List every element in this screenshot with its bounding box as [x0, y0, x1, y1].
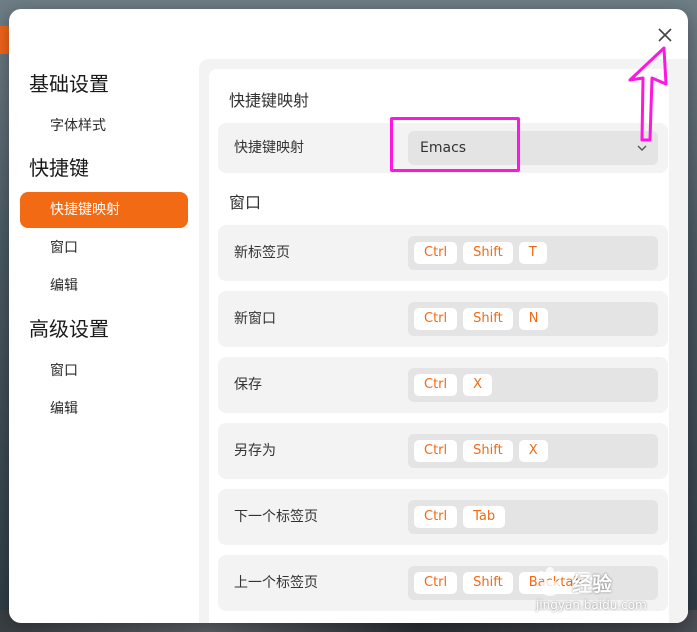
shortcut-row-next-tab: 下一个标签页 Ctrl Tab [218, 489, 668, 545]
section-title-window: 窗口 [229, 193, 262, 212]
sidebar-item-shortcut-edit[interactable]: 编辑 [20, 268, 188, 304]
shortcut-row-new-tab: 新标签页 Ctrl Shift T [218, 225, 668, 281]
shortcut-input[interactable]: Ctrl Shift T [408, 236, 658, 270]
settings-dialog: 基础设置 字体样式 快捷键 快捷键映射 窗口 编辑 高级设置 窗口 编辑 快捷键… [9, 9, 688, 623]
shortcut-input[interactable]: Ctrl Shift N [408, 302, 658, 336]
sidebar-heading-advanced: 高级设置 [29, 317, 109, 341]
key-cap: Shift [463, 308, 513, 330]
sidebar-heading-basic: 基础设置 [29, 72, 109, 96]
shortcut-input[interactable]: Ctrl Tab [408, 500, 658, 534]
sidebar-heading-shortcuts: 快捷键 [29, 156, 89, 180]
shortcut-input[interactable]: Ctrl X [408, 368, 658, 402]
key-cap: X [518, 440, 548, 462]
shortcut-label: 新窗口 [234, 311, 276, 327]
shortcut-label: 新标签页 [234, 245, 290, 261]
shortcut-row-new-window: 新窗口 Ctrl Shift N [218, 291, 668, 347]
key-cap: Ctrl [414, 440, 458, 462]
key-cap: T [518, 242, 547, 264]
key-cap: N [518, 308, 549, 330]
annotation-arrow-icon [626, 44, 672, 144]
shortcut-label: 下一个标签页 [234, 509, 318, 525]
section-title-keymap: 快捷键映射 [229, 91, 310, 110]
key-cap: Ctrl [414, 242, 458, 264]
close-icon [658, 28, 672, 42]
keymap-label: 快捷键映射 [234, 140, 304, 156]
sidebar-item-keymap[interactable]: 快捷键映射 [20, 192, 188, 228]
key-cap: Ctrl [414, 506, 458, 528]
key-cap: Shift [463, 440, 513, 462]
shortcut-label: 保存 [234, 377, 262, 393]
annotation-highlight-box [390, 117, 520, 172]
shortcut-label: 另存为 [234, 443, 276, 459]
sidebar-item-font-style[interactable]: 字体样式 [20, 108, 188, 144]
key-cap: Ctrl [414, 308, 458, 330]
key-cap: Shift [463, 242, 513, 264]
shortcut-input[interactable]: Ctrl Shift X [408, 434, 658, 468]
settings-sidebar: 基础设置 字体样式 快捷键 快捷键映射 窗口 编辑 高级设置 窗口 编辑 [9, 9, 199, 623]
watermark-text: 经验 [572, 572, 612, 596]
shortcut-label: 上一个标签页 [234, 575, 318, 591]
key-cap: Tab [463, 506, 506, 528]
shortcut-row-save-as: 另存为 Ctrl Shift X [218, 423, 668, 479]
sidebar-item-advanced-window[interactable]: 窗口 [20, 353, 188, 389]
key-cap: X [463, 374, 493, 396]
paw-logo-icon [537, 567, 563, 596]
watermark: 经验 jingyan.baidu.com [532, 566, 662, 618]
key-cap: Ctrl [414, 572, 458, 594]
sidebar-item-advanced-edit[interactable]: 编辑 [20, 391, 188, 427]
close-button[interactable] [655, 25, 675, 45]
key-cap: Ctrl [414, 374, 458, 396]
watermark-url: jingyan.baidu.com [536, 598, 647, 612]
shortcut-row-save: 保存 Ctrl X [218, 357, 668, 413]
sidebar-item-shortcut-window[interactable]: 窗口 [20, 230, 188, 266]
key-cap: Shift [463, 572, 513, 594]
